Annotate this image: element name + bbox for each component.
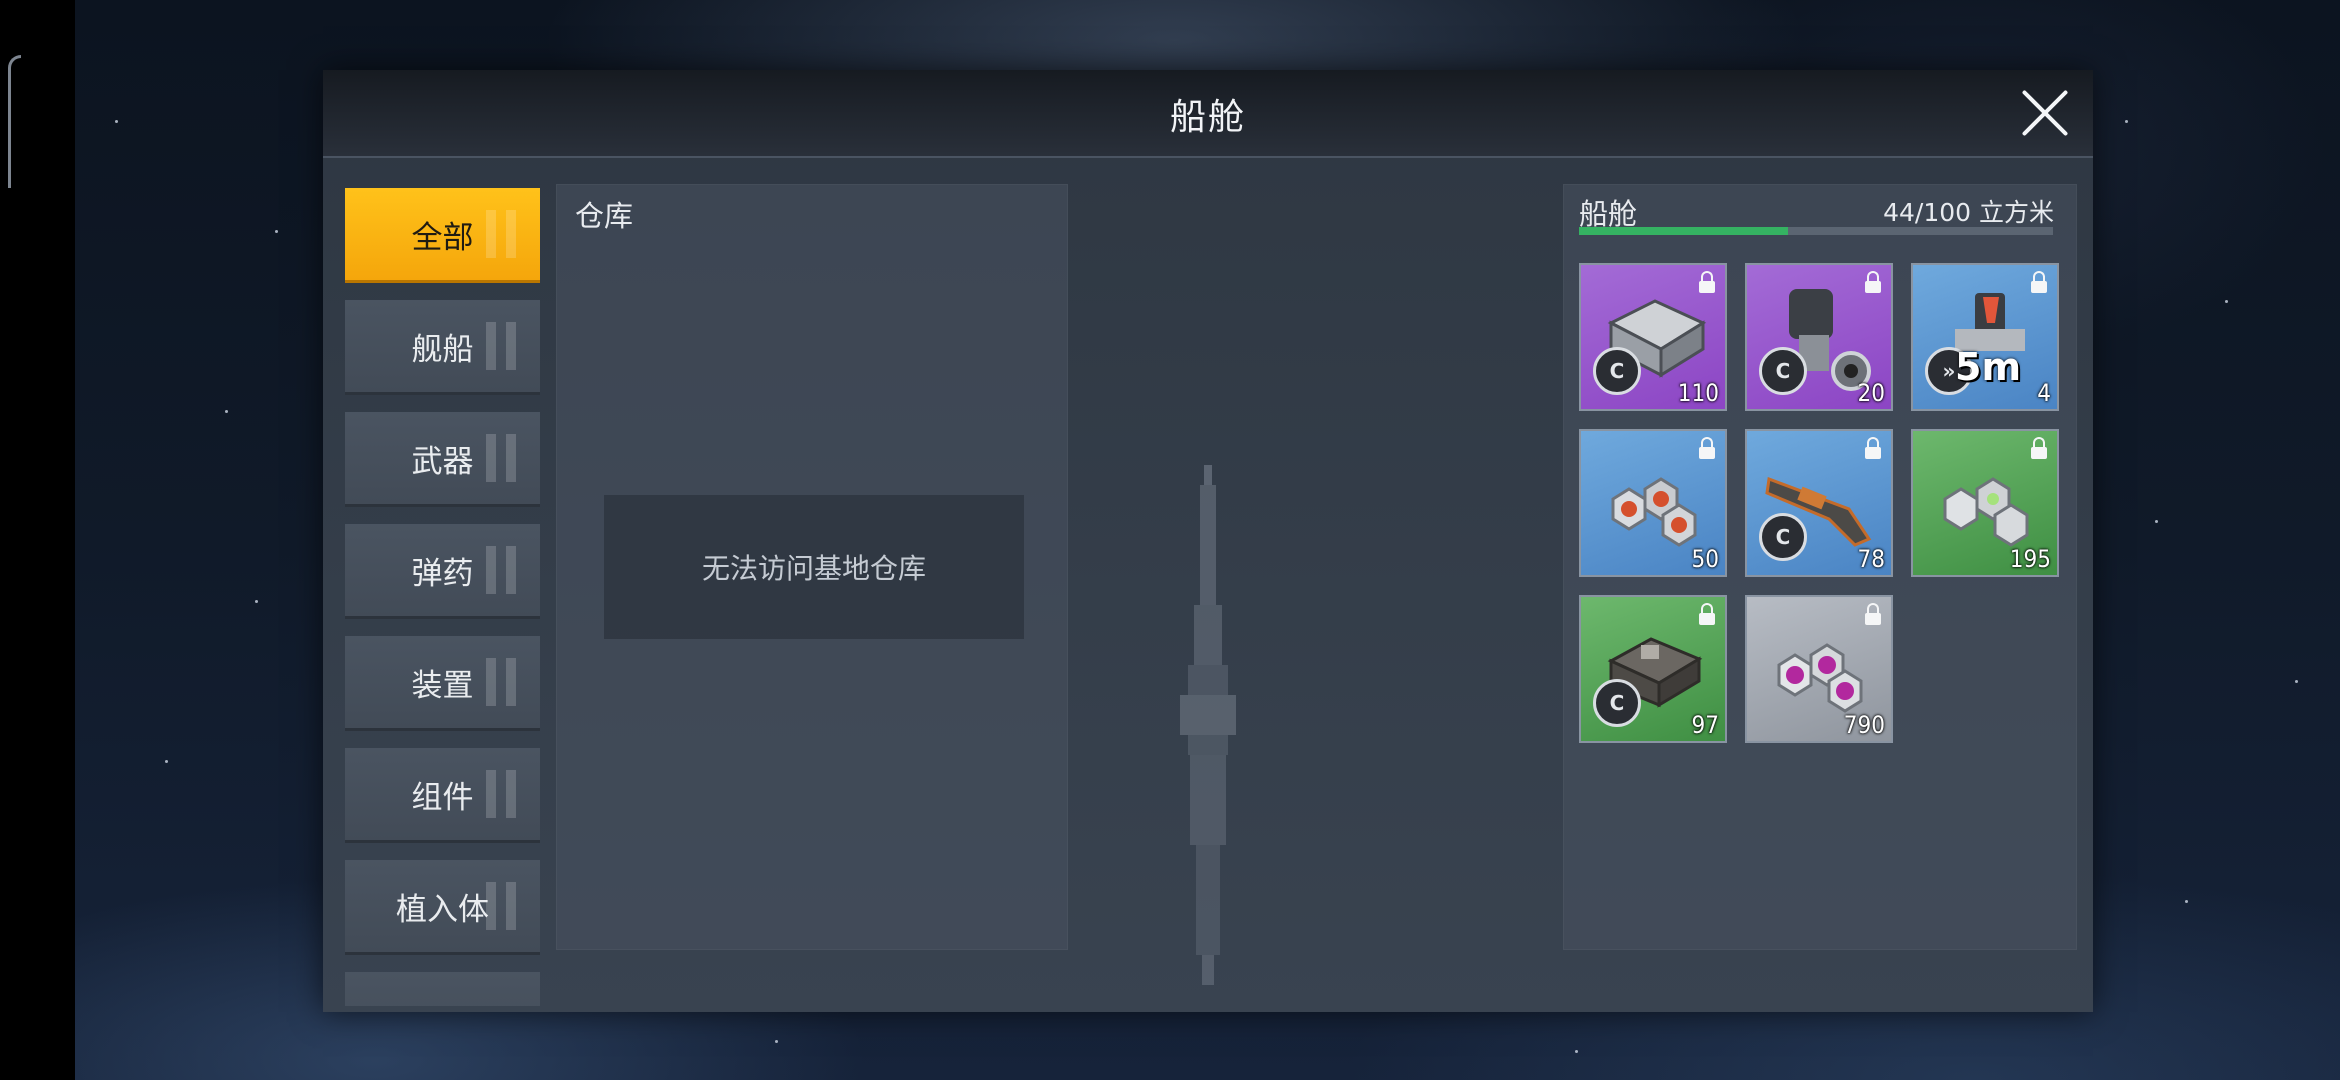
cargo-slot[interactable]: 50 [1579,429,1727,577]
category-weapons-button[interactable]: 武器 [345,412,540,507]
category-components-button[interactable]: 组件 [345,748,540,843]
lock-icon [1699,437,1715,459]
red-crystal-ore-icon [1611,477,1697,547]
category-ammo-button[interactable]: 弹药 [345,524,540,619]
category-more-button[interactable] [345,972,540,1006]
category-devices-button[interactable]: 装置 [345,636,540,731]
lock-icon [1699,271,1715,293]
green-crystal-ore-icon [1943,477,2029,547]
lock-icon [1699,603,1715,625]
item-quantity: 50 [1691,545,1719,573]
cargo-slot[interactable]: C 110 [1579,263,1727,411]
warehouse-title: 仓库 [575,199,634,233]
dialog-title: 船舱 [1169,97,1246,138]
item-quantity: 110 [1677,379,1719,407]
warehouse-empty-message: 无法访问基地仓库 [604,495,1024,639]
dialog-header: 船舱 [323,70,2093,158]
item-timer: 5m [1955,345,2022,389]
cargo-slot[interactable]: C 20 [1745,263,1893,411]
purple-crystal-ore-icon [1777,643,1863,713]
cargo-slot[interactable]: C 78 [1745,429,1893,577]
category-label: 装置 [411,667,474,704]
cabin-capacity-fill [1579,227,1788,235]
cargo-slot[interactable]: 195 [1911,429,2059,577]
cargo-slot[interactable]: » 5m 4 [1911,263,2059,411]
lock-icon [2031,437,2047,459]
item-quantity: 78 [1857,545,1885,573]
item-quantity: 4 [2037,379,2051,407]
credit-badge-icon: C [1759,347,1807,395]
category-label: 组件 [411,779,474,816]
category-label: 武器 [411,443,474,480]
category-label: 舰船 [411,331,474,368]
category-label: 全部 [411,219,474,256]
cargo-slot[interactable]: C 97 [1579,595,1727,743]
category-list: 全部 舰船 武器 弹药 装置 组件 植入体 [345,188,540,1006]
cabin-capacity-text: 44/100 立方米 [1883,198,2054,227]
system-edge-handle [8,55,21,188]
item-quantity: 97 [1691,711,1719,739]
warehouse-panel: 仓库 无法访问基地仓库 [556,184,1068,950]
credit-badge-icon: C [1759,513,1807,561]
category-ships-button[interactable]: 舰船 [345,300,540,395]
lock-icon [1865,603,1881,625]
category-implants-button[interactable]: 植入体 [345,860,540,955]
category-label: 植入体 [396,891,489,928]
credit-badge-icon: C [1593,679,1641,727]
cargo-dialog: 船舱 全部 舰船 武器 弹药 装置 组件 植入体 仓库 无法访问基地仓库 船舱 … [323,70,2093,1012]
item-quantity: 790 [1843,711,1885,739]
lock-icon [2031,271,2047,293]
category-all-button[interactable]: 全部 [345,188,540,283]
ship-preview-image [1180,465,1236,985]
lock-icon [1865,271,1881,293]
lock-icon [1865,437,1881,459]
item-quantity: 195 [2009,545,2051,573]
category-label: 弹药 [411,555,474,592]
cabin-panel: 船舱 44/100 立方米 C 110 C 20 » 5m 4 50 C 78 … [1563,184,2077,950]
cargo-slot[interactable]: 790 [1745,595,1893,743]
credit-badge-icon: C [1593,347,1641,395]
cabin-capacity-bar [1579,227,2053,235]
item-quantity: 20 [1857,379,1885,407]
close-icon[interactable] [2017,84,2073,140]
